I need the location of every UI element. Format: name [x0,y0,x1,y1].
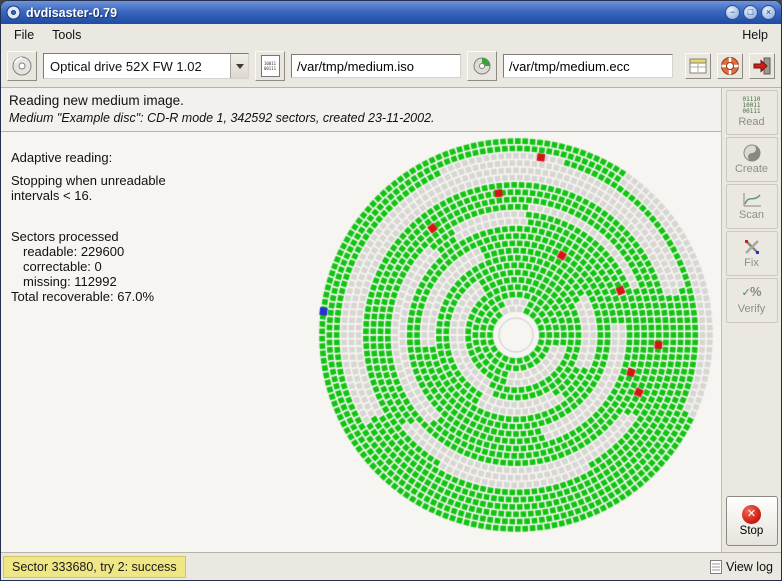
binary-line: 00111 [264,66,276,71]
create-button-label: Create [735,163,768,175]
close-icon[interactable]: × [761,5,776,20]
status-message: Sector 333680, try 2: success [3,556,186,578]
verify-icon: % ✓ [742,286,762,302]
sectors-processed-title: Sectors processed [11,229,166,244]
view-log-button[interactable]: View log [710,560,773,574]
log-page-icon [710,560,722,574]
create-button[interactable]: Create [726,137,778,182]
content-area: Adaptive reading: Stopping when unreadab… [1,132,721,552]
drive-select-value: Optical drive 52X FW 1.02 [44,54,230,78]
verify-button-label: Verify [738,303,766,315]
fix-tools-icon [743,238,761,256]
toolbar: Optical drive 52X FW 1.02 10011 00111 [1,45,781,87]
disc-icon [11,55,33,77]
scan-graph-icon [742,192,762,208]
stop-button[interactable]: ✕ Stop [726,496,778,546]
ecc-file-button[interactable] [467,51,497,81]
sectors-correctable: correctable: 0 [11,259,166,274]
verify-button[interactable]: % ✓ Verify [726,278,778,323]
ecc-path-input[interactable] [503,54,673,78]
ecc-file-icon [472,56,492,76]
minimize-icon[interactable]: − [725,5,740,20]
menu-help[interactable]: Help [733,26,777,44]
create-yinyang-icon [743,144,761,162]
scan-button-label: Scan [739,209,764,221]
drive-button[interactable] [7,51,37,81]
app-window: dvdisaster-0.79 − □ × File Tools Help Op… [0,0,782,581]
app-icon [6,5,21,20]
help-button[interactable] [717,53,743,79]
sectors-readable: readable: 229600 [11,244,166,259]
total-recoverable: Total recoverable: 67.0% [11,289,166,304]
stop-button-label: Stop [740,525,764,537]
chevron-down-icon [230,54,248,78]
stopping-rule-line2: intervals < 16. [11,188,166,203]
quit-exit-icon [752,56,772,76]
quit-button[interactable] [749,53,775,79]
read-button-label: Read [738,116,764,128]
maximize-icon[interactable]: □ [743,5,758,20]
read-button[interactable]: 01110 10011 00111 Read [726,90,778,135]
adaptive-reading-title: Adaptive reading: [11,150,166,165]
main-pane: Reading new medium image. Medium "Exampl… [1,88,721,552]
read-binary-icon: 01110 10011 00111 [742,97,760,115]
preferences-button[interactable] [685,53,711,79]
image-file-button[interactable]: 10011 00111 [255,51,285,81]
drive-select[interactable]: Optical drive 52X FW 1.02 [43,53,249,79]
lifebuoy-help-icon [720,56,740,76]
preferences-icon [689,58,707,74]
stopping-rule-line1: Stopping when unreadable [11,173,166,188]
titlebar: dvdisaster-0.79 − □ × [1,1,781,24]
fix-button-label: Fix [744,257,759,269]
sectors-missing: missing: 112992 [11,274,166,289]
menu-tools[interactable]: Tools [43,26,90,44]
reading-info-panel: Adaptive reading: Stopping when unreadab… [11,150,166,304]
menubar: File Tools Help [1,24,781,45]
image-file-icon: 10011 00111 [261,55,280,77]
view-log-label: View log [726,560,773,574]
stop-icon: ✕ [742,505,761,524]
statusbar: Sector 333680, try 2: success View log [1,552,781,580]
fix-button[interactable]: Fix [726,231,778,276]
status-header-line2: Medium "Example disc": CD-R mode 1, 3425… [9,111,713,125]
image-path-input[interactable] [291,54,461,78]
menu-file[interactable]: File [5,26,43,44]
status-header-line1: Reading new medium image. [9,93,713,108]
status-header: Reading new medium image. Medium "Exampl… [1,88,721,132]
window-title: dvdisaster-0.79 [26,6,722,20]
scan-button[interactable]: Scan [726,184,778,229]
action-sidebar: 01110 10011 00111 Read Create [721,88,781,552]
workarea: Reading new medium image. Medium "Exampl… [1,87,781,552]
